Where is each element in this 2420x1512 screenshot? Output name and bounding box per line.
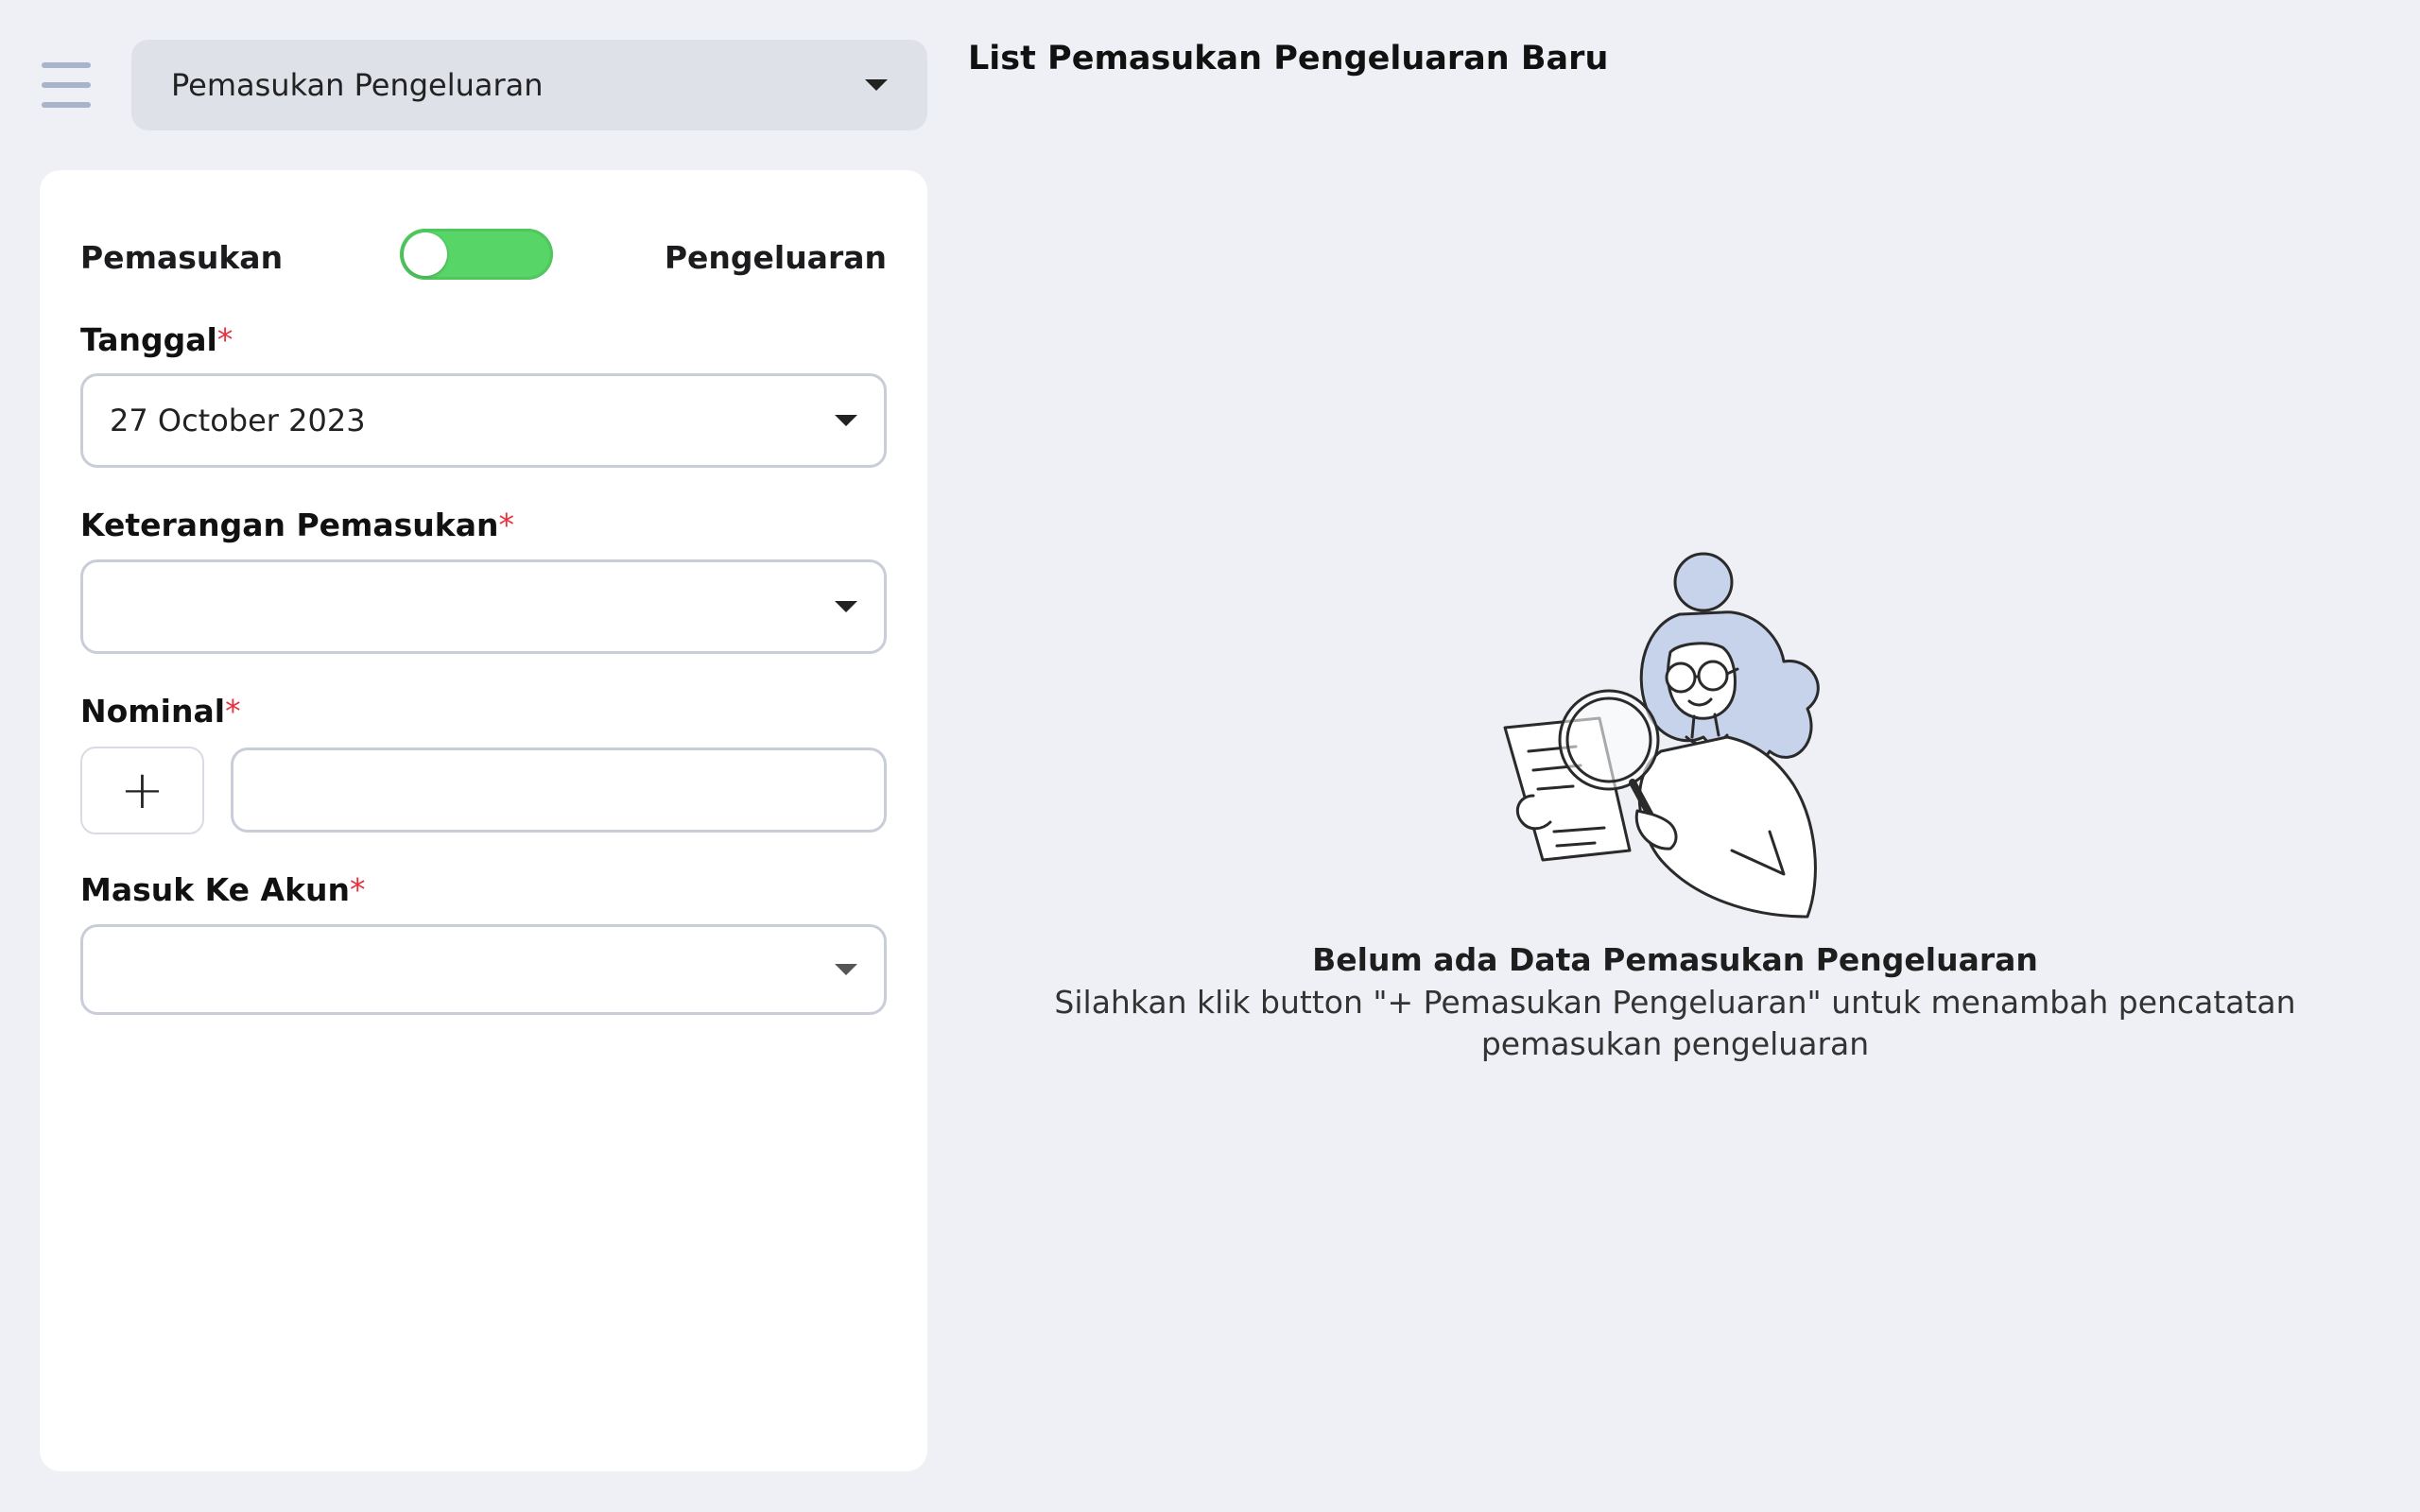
page-title: List Pemasukan Pengeluaran Baru <box>968 40 1609 77</box>
empty-state: Belum ada Data Pemasukan Pengeluaran Sil… <box>968 548 2382 1065</box>
nominal-sign-button[interactable]: + <box>80 747 204 834</box>
menu-bar <box>42 102 91 108</box>
menu-bar <box>42 62 91 68</box>
keterangan-label-text: Keterangan Pemasukan <box>80 507 499 543</box>
module-select-dropdown[interactable]: Pemasukan Pengeluaran <box>131 40 927 130</box>
keterangan-select[interactable] <box>80 559 887 654</box>
akun-label-text: Masuk Ke Akun <box>80 871 351 908</box>
tanggal-label-text: Tanggal <box>80 321 217 358</box>
chevron-down-icon <box>835 964 857 975</box>
type-toggle-switch[interactable] <box>400 229 553 280</box>
hamburger-menu-icon[interactable] <box>40 59 93 112</box>
toggle-right-label: Pengeluaran <box>664 238 887 276</box>
toggle-knob <box>404 232 447 276</box>
required-mark: * <box>225 693 241 730</box>
tanggal-label: Tanggal* <box>80 321 233 358</box>
form-panel: Pemasukan Pengeluaran Tanggal* 27 Octobe… <box>40 170 927 1471</box>
menu-bar <box>42 82 91 88</box>
nominal-input[interactable] <box>231 747 887 833</box>
nominal-label: Nominal* <box>80 693 241 730</box>
chevron-down-icon <box>835 601 857 612</box>
search-document-illustration <box>1503 552 1820 919</box>
empty-state-title: Belum ada Data Pemasukan Pengeluaran <box>1312 941 2038 978</box>
required-mark: * <box>498 507 515 543</box>
required-mark: * <box>350 871 366 908</box>
toggle-left-label: Pemasukan <box>80 238 284 276</box>
chevron-down-icon <box>835 415 857 426</box>
akun-label: Masuk Ke Akun* <box>80 871 366 908</box>
tanggal-value: 27 October 2023 <box>110 403 366 438</box>
required-mark: * <box>216 321 233 358</box>
chevron-down-icon <box>865 79 888 91</box>
akun-select[interactable] <box>80 924 887 1015</box>
tanggal-date-picker[interactable]: 27 October 2023 <box>80 373 887 468</box>
keterangan-label: Keterangan Pemasukan* <box>80 507 514 543</box>
empty-state-description: Silahkan klik button "+ Pemasukan Pengel… <box>1054 984 2296 1062</box>
nominal-label-text: Nominal <box>80 693 226 730</box>
module-select-value: Pemasukan Pengeluaran <box>171 67 544 103</box>
